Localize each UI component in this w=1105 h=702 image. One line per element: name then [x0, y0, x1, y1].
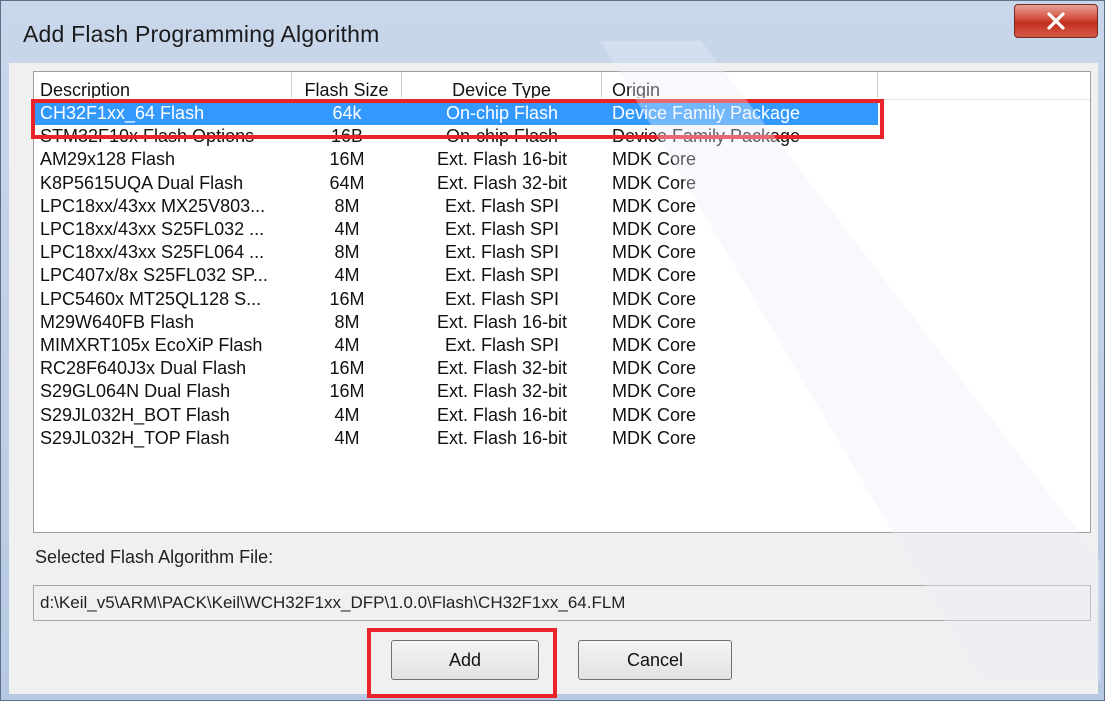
cell-origin: MDK Core	[612, 219, 697, 239]
algorithm-list[interactable]: Description Flash Size Device Type Origi…	[33, 71, 1091, 533]
close-icon	[1047, 12, 1065, 30]
column-header-origin[interactable]: Origin	[602, 72, 878, 98]
list-item[interactable]: RC28F640J3x Dual Flash 16M Ext. Flash 32-b…	[34, 357, 1090, 380]
cell-flash-size: 4M	[334, 404, 360, 425]
list-item[interactable]: S29GL064N Dual Flash 16M Ext. Flash 32-bit…	[34, 380, 1090, 403]
cell-device-type: Ext. Flash SPI	[444, 288, 560, 309]
list-item[interactable]: S29JL032H_TOP Flash 4M Ext. Flash 16-bit MD…	[34, 427, 1090, 450]
list-item[interactable]: LPC407x/8x S25FL032 SP... 4M Ext. Flash SP…	[34, 264, 1090, 287]
cell-device-type: Ext. Flash SPI	[444, 195, 560, 216]
cell-origin: MDK Core	[612, 381, 697, 402]
dialog-title: Add Flash Programming Algorithm	[23, 21, 380, 47]
cell-flash-size: 16M	[329, 381, 365, 402]
title-bar[interactable]: Add Flash Programming Algorithm	[1, 1, 1104, 63]
cell-origin: MDK Core	[612, 149, 697, 170]
cell-description: RC28F640J3x Dual Flash	[40, 358, 247, 379]
list-item[interactable]: LPC18xx/43xx MX25V803... 8M Ext. Flash SPI…	[34, 195, 1090, 218]
cell-device-type: Ext. Flash 16-bit	[436, 404, 568, 425]
column-header-device-type[interactable]: Device Type	[402, 72, 602, 98]
cell-origin: MDK Core	[612, 172, 697, 193]
dialog-body: Description Flash Size Device Type Origi…	[9, 63, 1098, 694]
cell-description: S29JL032H_TOP Flash	[40, 427, 230, 448]
dialog-window: Add Flash Programming Algorithm Descript…	[0, 0, 1105, 701]
list-item[interactable]: S29JL032H_BOT Flash 4M Ext. Flash 16-bit MD…	[34, 404, 1090, 427]
cell-flash-size: 8M	[334, 311, 360, 332]
list-header: Description Flash Size Device Type Origi…	[34, 72, 1090, 100]
selected-file-path: d:\Keil_v5\ARM\PACK\Keil\WCH32F1xx_DFP\1…	[33, 585, 1091, 621]
cell-device-type: Ext. Flash 16-bit	[436, 149, 568, 170]
column-header-flash-size[interactable]: Flash Size	[292, 72, 402, 98]
cell-origin: MDK Core	[612, 311, 697, 332]
cell-origin: MDK Core	[612, 358, 697, 379]
cell-description: LPC5460x MT25QL128 S...	[40, 288, 262, 309]
cell-origin: MDK Core	[612, 335, 697, 355]
selected-row-highlight-box	[31, 99, 884, 139]
cell-flash-size: 4M	[334, 427, 360, 448]
cell-description: MIMXRT105x EcoXiP Flash	[40, 335, 263, 355]
cell-origin: MDK Core	[612, 195, 697, 216]
cell-device-type: Ext. Flash SPI	[444, 242, 560, 263]
cell-flash-size: 8M	[334, 242, 360, 263]
cell-flash-size: 4M	[334, 265, 360, 286]
list-item[interactable]: LPC5460x MT25QL128 S... 16M Ext. Flash SPI…	[34, 288, 1090, 311]
cell-description: LPC18xx/43xx S25FL032 ...	[40, 219, 265, 239]
list-item[interactable]: LPC18xx/43xx S25FL064 ... 8M Ext. Flash SP…	[34, 241, 1090, 264]
cell-flash-size: 16M	[329, 358, 365, 379]
cell-description: AM29x128 Flash	[40, 149, 176, 170]
list-item[interactable]: K8P5615UQA Dual Flash 64M Ext. Flash 32-bi…	[34, 172, 1090, 195]
cell-flash-size: 16M	[329, 288, 365, 309]
cell-origin: MDK Core	[612, 404, 697, 425]
add-button-highlight-box	[367, 628, 557, 698]
cell-origin: MDK Core	[612, 242, 697, 263]
cell-flash-size: 8M	[334, 195, 360, 216]
cell-description: LPC18xx/43xx S25FL064 ...	[40, 242, 265, 263]
cell-device-type: Ext. Flash 32-bit	[436, 381, 568, 402]
cell-flash-size: 64M	[329, 172, 365, 193]
cell-description: LPC407x/8x S25FL032 SP...	[40, 265, 268, 286]
list-item[interactable]: M29W640FB Flash 8M Ext. Flash 16-bit MDK Co…	[34, 311, 1090, 334]
list-item[interactable]: LPC18xx/43xx S25FL032 ... 4M Ext. Flash SP…	[34, 218, 1090, 241]
cell-description: S29GL064N Dual Flash	[40, 381, 231, 402]
cell-flash-size: 16M	[329, 149, 365, 170]
cell-device-type: Ext. Flash 32-bit	[436, 172, 568, 193]
cell-description: M29W640FB Flash	[40, 311, 195, 332]
cell-description: K8P5615UQA Dual Flash	[40, 172, 244, 193]
cell-device-type: Ext. Flash SPI	[444, 265, 560, 286]
cell-origin: MDK Core	[612, 265, 697, 286]
list-item[interactable]: AM29x128 Flash 16M Ext. Flash 16-bit MDK Co…	[34, 148, 1090, 171]
column-header-description[interactable]: Description	[34, 72, 292, 98]
cell-device-type: Ext. Flash 16-bit	[436, 427, 568, 448]
cell-device-type: Ext. Flash 16-bit	[436, 311, 568, 332]
list-item[interactable]: MIMXRT105x EcoXiP Flash 4M Ext. Flash SPI M…	[34, 334, 1090, 357]
cell-description: S29JL032H_BOT Flash	[40, 404, 230, 425]
cell-origin: MDK Core	[612, 288, 697, 309]
cell-origin: MDK Core	[612, 427, 697, 448]
cancel-button[interactable]: Cancel	[578, 640, 732, 680]
selected-file-label: Selected Flash Algorithm File:	[35, 547, 274, 567]
cell-device-type: Ext. Flash SPI	[444, 335, 560, 355]
cell-flash-size: 4M	[334, 219, 360, 239]
cell-device-type: Ext. Flash SPI	[444, 219, 560, 239]
close-button[interactable]	[1014, 4, 1098, 38]
cell-flash-size: 4M	[334, 335, 360, 355]
cell-device-type: Ext. Flash 32-bit	[436, 358, 568, 379]
cell-description: LPC18xx/43xx MX25V803...	[40, 195, 266, 216]
